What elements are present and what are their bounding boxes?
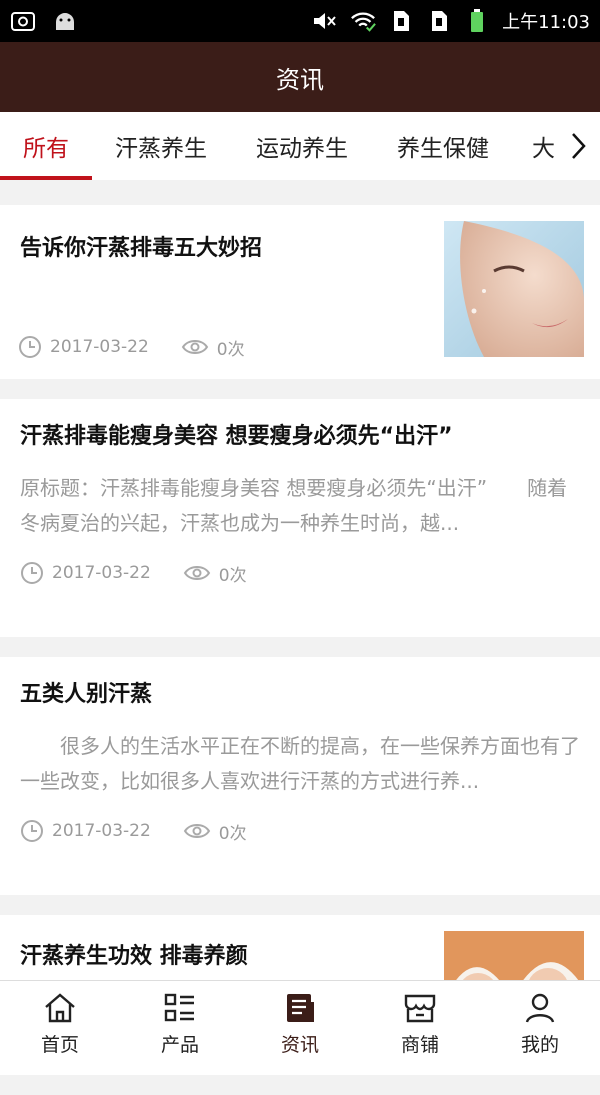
article-meta: 2017-03-22 0次 (20, 799, 580, 863)
eye-icon (183, 563, 211, 583)
tab-label: 汗蒸养生 (115, 129, 207, 163)
app-header: 资讯 (0, 42, 600, 112)
screenshot-icon (10, 9, 36, 33)
home-icon (43, 992, 77, 1024)
nav-label: 资讯 (281, 1030, 319, 1057)
nav-products[interactable]: 产品 (120, 981, 240, 1067)
nav-label: 产品 (161, 1030, 199, 1057)
article-meta: 2017-03-22 0次 (18, 315, 245, 379)
nav-label: 首页 (41, 1030, 79, 1057)
wifi-icon (350, 9, 376, 33)
article-title: 汗蒸养生功效 排毒养颜 (20, 941, 420, 973)
article-summary: 很多人的生活水平正在不断的提高，在一些保养方面也有了一些改变，比如很多人喜欢进行… (20, 729, 580, 799)
page-title: 资讯 (276, 60, 324, 95)
tab-sport-health[interactable]: 运动养生 (230, 112, 374, 180)
article-date: 2017-03-22 (52, 821, 151, 841)
nav-label: 商铺 (401, 1030, 439, 1057)
article-views: 0次 (219, 561, 247, 586)
nav-home[interactable]: 首页 (0, 981, 120, 1067)
tab-label: 大 (532, 129, 555, 163)
status-time: 上午11:03 (502, 8, 590, 34)
article-title: 汗蒸排毒能瘦身美容 想要瘦身必须先“出汗” (20, 421, 580, 453)
clock-icon (18, 335, 42, 359)
clock-icon (20, 561, 44, 585)
bottom-nav: 首页 产品 资讯 商铺 我的 (0, 980, 600, 1067)
article-thumbnail (444, 221, 584, 357)
tab-sauna-health[interactable]: 汗蒸养生 (92, 112, 230, 180)
nav-label: 我的 (521, 1030, 559, 1057)
article-card[interactable]: 告诉你汗蒸排毒五大妙招 2017-03-22 0次 (0, 205, 600, 379)
article-meta: 2017-03-22 0次 (20, 541, 580, 605)
article-summary: 原标题：汗蒸排毒能瘦身美容 想要瘦身必须先“出汗” 随着冬病夏治的兴起，汗蒸也成… (20, 471, 580, 541)
article-title: 五类人别汗蒸 (20, 679, 580, 711)
sim1-icon (388, 9, 414, 33)
tab-label: 运动养生 (256, 129, 348, 163)
sim2-icon (426, 9, 452, 33)
battery-icon (464, 9, 490, 33)
shop-icon (403, 992, 437, 1024)
mute-icon (312, 9, 338, 33)
tab-all[interactable]: 所有 (0, 112, 92, 180)
eye-icon (183, 821, 211, 841)
status-bar: 上午11:03 (0, 0, 600, 42)
article-list: 告诉你汗蒸排毒五大妙招 2017-03-22 0次 (0, 205, 600, 1095)
tab-health-care[interactable]: 养生保健 (374, 112, 512, 180)
article-card[interactable]: 汗蒸排毒能瘦身美容 想要瘦身必须先“出汗” 原标题：汗蒸排毒能瘦身美容 想要瘦身… (0, 399, 600, 637)
nav-news[interactable]: 资讯 (240, 981, 360, 1067)
nav-shop[interactable]: 商铺 (360, 981, 480, 1067)
eye-icon (181, 337, 209, 357)
tab-label: 养生保健 (397, 129, 489, 163)
news-icon (283, 992, 317, 1024)
article-views: 0次 (219, 819, 247, 844)
article-views: 0次 (217, 335, 245, 360)
android-icon (52, 9, 78, 33)
article-date: 2017-03-22 (52, 563, 151, 583)
clock-icon (20, 819, 44, 843)
article-date: 2017-03-22 (50, 337, 149, 357)
category-tabs: 所有 汗蒸养生 运动养生 养生保健 大 (0, 112, 600, 180)
chevron-right-icon (567, 131, 589, 161)
grid-list-icon (163, 992, 197, 1024)
nav-me[interactable]: 我的 (480, 981, 600, 1067)
user-icon (523, 992, 557, 1024)
tabs-next-button[interactable] (556, 112, 600, 180)
article-title: 告诉你汗蒸排毒五大妙招 (20, 233, 420, 265)
article-card[interactable]: 五类人别汗蒸 很多人的生活水平正在不断的提高，在一些保养方面也有了一些改变，比如… (0, 657, 600, 895)
tab-label: 所有 (23, 129, 69, 163)
